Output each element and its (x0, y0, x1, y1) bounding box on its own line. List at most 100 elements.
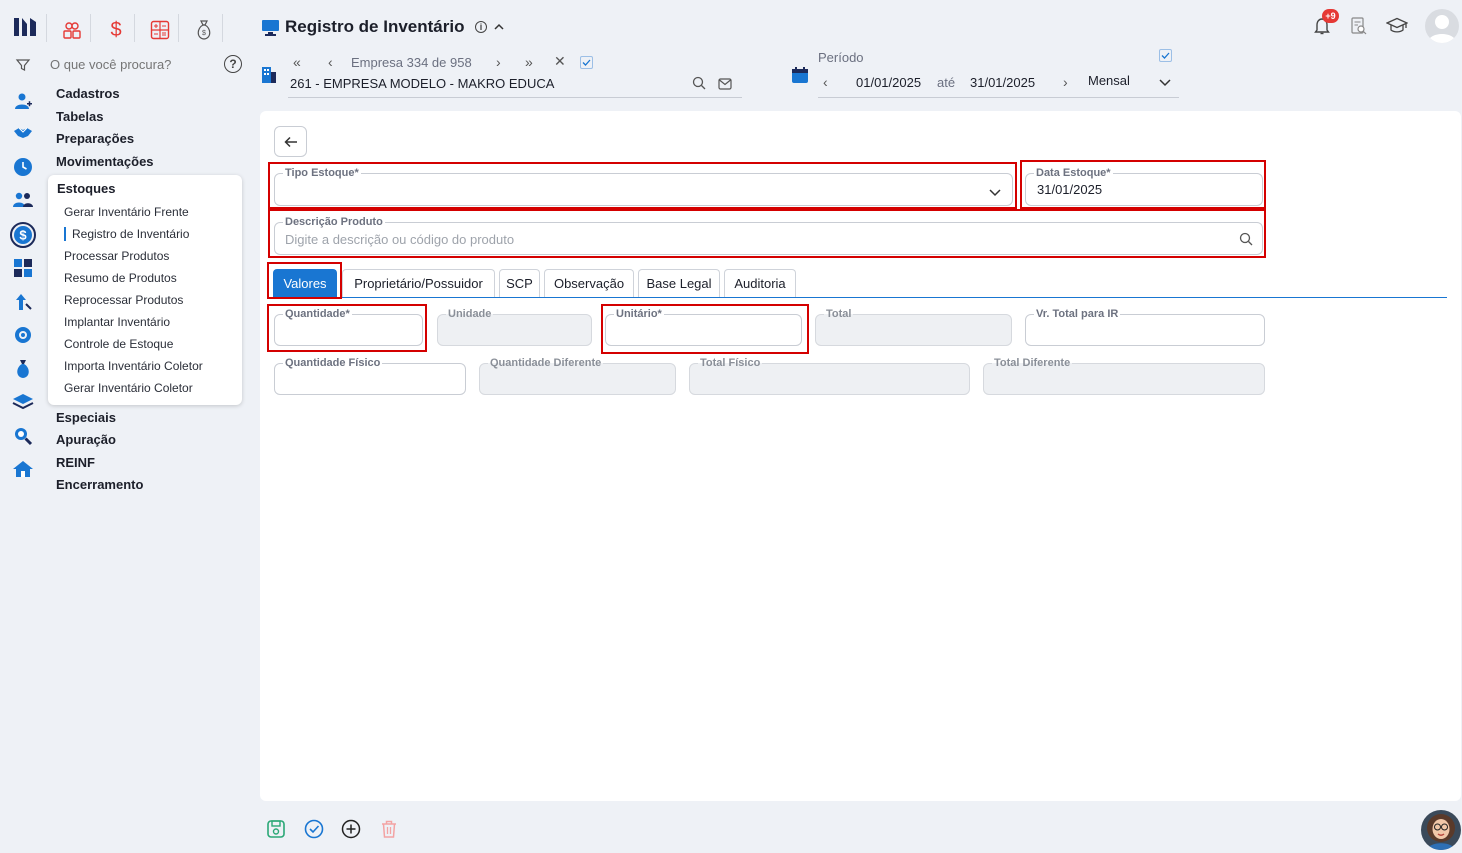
menu-item-apuracao[interactable]: Apuração (56, 432, 116, 447)
data-estoque-label: Data Estoque* (1034, 166, 1113, 180)
quantidade-input[interactable]: Quantidade* (274, 307, 423, 346)
period-chevron-down-icon[interactable] (1158, 75, 1172, 93)
period-type[interactable]: Mensal (1088, 73, 1130, 88)
layers-icon[interactable] (11, 390, 35, 414)
tab-observacao[interactable]: Observação (544, 269, 634, 297)
total-diferente-field: Total Diferente (983, 356, 1265, 395)
tab-proprietario[interactable]: Proprietário/Possuidor (342, 269, 495, 297)
handshake-icon[interactable] (11, 121, 35, 145)
period-checkbox[interactable] (1159, 49, 1172, 62)
vr-total-ir-input[interactable]: Vr. Total para IR (1025, 307, 1265, 346)
document-search-icon[interactable] (1350, 17, 1368, 40)
descricao-produto-label: Descrição Produto (283, 215, 385, 229)
trash-icon[interactable] (378, 818, 400, 840)
home-icon[interactable] (11, 457, 35, 481)
monitor-icon (261, 19, 280, 42)
quantidade-fisico-input[interactable]: Quantidade Físico (274, 356, 466, 395)
user-plus-icon[interactable] (11, 89, 35, 113)
submenu-item[interactable]: Implantar Inventário (64, 315, 170, 329)
add-icon[interactable] (340, 818, 362, 840)
separator (90, 14, 91, 42)
period-label: Período (818, 50, 864, 65)
money-bag-icon[interactable] (11, 357, 35, 381)
calendar-icon (791, 66, 809, 89)
tab-scp[interactable]: SCP (499, 269, 540, 297)
submenu-item[interactable]: Importa Inventário Coletor (64, 359, 203, 373)
people-icon[interactable] (58, 16, 86, 44)
submenu-title[interactable]: Estoques (57, 181, 116, 196)
period-underline (818, 97, 1179, 98)
menu-item-reinf[interactable]: REINF (56, 455, 95, 470)
separator (222, 14, 223, 42)
graduation-cap-icon[interactable] (1385, 17, 1409, 40)
confirm-icon[interactable] (303, 818, 325, 840)
back-button[interactable] (274, 126, 307, 157)
tipo-estoque-select[interactable]: Tipo Estoque* (274, 166, 1013, 206)
prev-period-icon[interactable]: ‹ (823, 74, 828, 90)
quantidade-diferente-field: Quantidade Diferente (479, 356, 676, 395)
last-company-icon[interactable]: » (525, 54, 533, 70)
unidade-label: Unidade (446, 307, 494, 321)
company-underline (288, 97, 742, 98)
data-estoque-field[interactable]: Data Estoque* 31/01/2025 (1025, 166, 1263, 206)
submenu-item[interactable]: Controle de Estoque (64, 337, 173, 351)
dollar-icon[interactable]: $ (10, 222, 36, 248)
menu-item-especiais[interactable]: Especiais (56, 410, 116, 425)
icon-rail: $ (0, 0, 46, 853)
app-logo[interactable] (12, 16, 38, 38)
main-card (260, 111, 1461, 801)
descricao-produto-input[interactable]: Descrição Produto Digite a descrição ou … (274, 215, 1263, 255)
chevron-up-icon[interactable] (493, 20, 505, 38)
submenu-item[interactable]: Processar Produtos (64, 249, 169, 263)
submenu-item[interactable]: Resumo de Produtos (64, 271, 177, 285)
filter-icon[interactable] (11, 53, 35, 77)
bag-shortcut-icon[interactable]: $ (190, 16, 218, 44)
unitario-input[interactable]: Unitário* (605, 307, 802, 346)
tipo-estoque-label: Tipo Estoque* (283, 166, 361, 180)
tab-base-legal[interactable]: Base Legal (638, 269, 720, 297)
info-icon[interactable]: i (475, 21, 487, 33)
clock-icon[interactable] (11, 155, 35, 179)
menu-item-preparacoes[interactable]: Preparações (56, 131, 134, 146)
submenu-estoques: Estoques Gerar Inventário Frente Registr… (48, 175, 242, 405)
search-input[interactable] (50, 56, 210, 72)
calculator-icon[interactable] (11, 256, 35, 280)
menu-item-cadastros[interactable]: Cadastros (56, 86, 120, 101)
next-period-icon[interactable]: › (1063, 74, 1068, 90)
magnifier-icon[interactable] (11, 424, 35, 448)
mail-icon[interactable] (718, 77, 732, 95)
help-icon[interactable]: ? (224, 55, 242, 73)
company-checkbox[interactable] (580, 56, 593, 69)
tab-valores[interactable]: Valores (273, 269, 337, 297)
date-to[interactable]: 31/01/2025 (970, 75, 1035, 90)
total-field: Total (815, 307, 1012, 346)
date-from[interactable]: 01/01/2025 (856, 75, 921, 90)
first-company-icon[interactable]: « (293, 54, 301, 70)
close-icon[interactable]: ✕ (554, 53, 566, 70)
notification-badge: +9 (1322, 9, 1339, 23)
save-icon[interactable] (265, 818, 287, 840)
next-company-icon[interactable]: › (496, 54, 501, 70)
calculator-shortcut-icon[interactable] (146, 16, 174, 44)
menu-item-movimentacoes[interactable]: Movimentações (56, 154, 154, 169)
menu-item-encerramento[interactable]: Encerramento (56, 477, 143, 492)
tab-auditoria[interactable]: Auditoria (724, 269, 796, 297)
assistant-avatar[interactable] (1421, 810, 1461, 850)
prev-company-icon[interactable]: ‹ (328, 54, 333, 70)
unitario-label: Unitário* (614, 307, 664, 321)
submenu-item-active[interactable]: Registro de Inventário (64, 227, 189, 241)
menu-item-tabelas[interactable]: Tabelas (56, 109, 103, 124)
users-icon[interactable] (11, 188, 35, 212)
quantidade-label: Quantidade* (283, 307, 352, 321)
chart-up-icon[interactable] (11, 290, 35, 314)
separator (178, 14, 179, 42)
gear-icon[interactable] (11, 323, 35, 347)
user-avatar[interactable] (1425, 9, 1459, 43)
search-icon[interactable] (1239, 232, 1253, 251)
dollar-shortcut-icon[interactable]: $ (102, 16, 130, 44)
submenu-item[interactable]: Gerar Inventário Frente (64, 205, 189, 219)
submenu-item[interactable]: Gerar Inventário Coletor (64, 381, 193, 395)
submenu-item[interactable]: Reprocessar Produtos (64, 293, 183, 307)
company-name[interactable]: 261 - EMPRESA MODELO - MAKRO EDUCA (290, 76, 554, 91)
search-company-icon[interactable] (692, 76, 706, 95)
